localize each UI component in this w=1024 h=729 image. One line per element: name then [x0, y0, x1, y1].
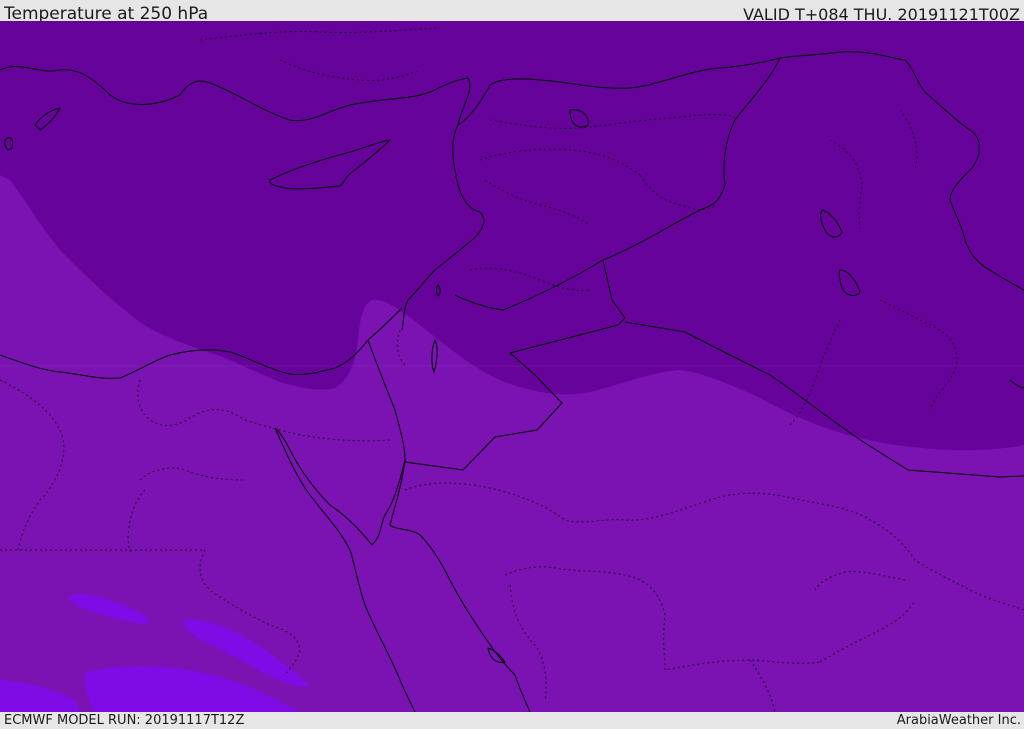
model-run-label: ECMWF MODEL RUN: 20191117T12Z — [4, 713, 245, 728]
footer-bar: ECMWF MODEL RUN: 20191117T12Z ArabiaWeat… — [0, 712, 1024, 729]
header-bar: Temperature at 250 hPa VALID T+084 THU. … — [0, 0, 1024, 24]
temperature-map[interactable] — [0, 21, 1024, 712]
credit-label: ArabiaWeather Inc. — [896, 713, 1021, 728]
